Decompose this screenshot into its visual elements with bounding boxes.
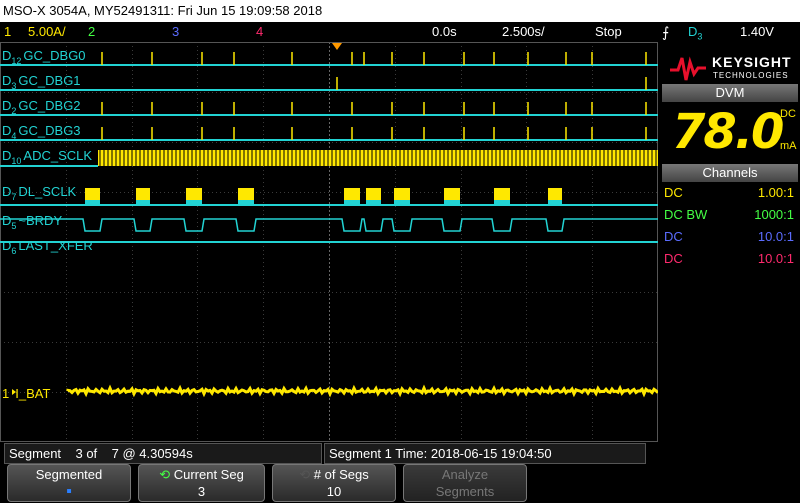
dl-sclk-burst xyxy=(136,188,150,200)
channels-list: DC 1.00:1 DC BW 1000:1 DC 10.0:1 DC 10.0:1 xyxy=(662,182,798,270)
dl-sclk-burst xyxy=(186,188,202,200)
brand-name: KEYSIGHT xyxy=(712,54,792,70)
channel-row[interactable]: DC 1.00:1 xyxy=(662,182,798,204)
window-title: MSO-X 3054A, MY52491311: Fri Jun 15 19:0… xyxy=(3,3,323,18)
ch3-number[interactable]: 3 xyxy=(172,22,179,42)
channel-probe-ratio: 1.00:1 xyxy=(757,185,794,200)
rotate-knob-icon-disabled: ⟲ xyxy=(299,467,311,482)
channels-header: Channels xyxy=(662,164,798,182)
softkey-area: Segment 3 of 7 @ 4.30594s Segment 1 Time… xyxy=(0,442,800,503)
dl-sclk-burst xyxy=(494,188,510,200)
dvm-label: DVM xyxy=(715,85,745,100)
current-seg-value: 3 xyxy=(197,484,206,499)
trigger-level[interactable]: 1.40V xyxy=(740,22,774,42)
current-seg-label: Current Seg xyxy=(173,467,244,482)
channel-probe-ratio: 1000:1 xyxy=(754,207,794,222)
adc-sclk-burst xyxy=(98,150,658,166)
dl-sclk-burst xyxy=(344,188,360,200)
channel-probe-ratio: 10.0:1 xyxy=(757,229,794,244)
dl-sclk-burst xyxy=(444,188,460,200)
channel-coupling: DC BW xyxy=(664,207,708,222)
dl-sclk-burst xyxy=(366,188,381,200)
num-segs-value: 10 xyxy=(326,484,342,499)
brand-subname: TECHNOLOGIES xyxy=(713,71,789,80)
channel-row[interactable]: DC BW 1000:1 xyxy=(662,204,798,226)
channel-row[interactable]: DC 10.0:1 xyxy=(662,226,798,248)
segment-info-right: Segment 1 Time: 2018-06-15 19:04:50 xyxy=(329,446,552,461)
ch1-number[interactable]: 1 xyxy=(4,22,11,42)
channel-coupling: DC xyxy=(664,229,683,244)
trigger-edge-icon: ⨍ xyxy=(662,24,670,40)
scope-status-bar: 1 5.00A/ 2 3 4 0.0s 2.500s/ Stop ⨍ D3 1.… xyxy=(0,22,800,42)
dvm-value: 78.0 xyxy=(672,104,784,160)
run-state[interactable]: Stop xyxy=(595,22,622,42)
dvm-unit: mA xyxy=(780,140,797,152)
analyze-segments-softkey[interactable]: Analyze Segments xyxy=(403,464,527,502)
num-segs-label: # of Segs xyxy=(313,467,369,482)
dl-sclk-burst xyxy=(548,188,562,200)
channel-coupling: DC xyxy=(664,251,683,266)
dl-sclk-burst xyxy=(85,188,100,200)
channel-probe-ratio: 10.0:1 xyxy=(757,251,794,266)
channel-row[interactable]: DC 10.0:1 xyxy=(662,248,798,270)
analyze-value: Segments xyxy=(435,484,495,499)
segment-time-box: Segment 1 Time: 2018-06-15 19:04:50 xyxy=(324,443,646,464)
waveform-display[interactable]: D12 GC_DBG0D3 GC_DBG1D2 GC_DBG2D4 GC_DBG3D10… xyxy=(0,42,658,442)
channel-coupling: DC xyxy=(664,185,683,200)
dl-sclk-burst xyxy=(394,188,410,200)
segment-info-left: Segment 3 of 7 @ 4.30594s xyxy=(9,446,193,461)
rotate-knob-icon: ⟲ xyxy=(159,467,171,482)
timebase-scale[interactable]: 2.500s/ xyxy=(502,22,545,42)
current-seg-softkey[interactable]: ⟲ Current Seg 3 xyxy=(138,464,265,502)
segmented-label: Segmented xyxy=(35,467,103,482)
analyze-label: Analyze xyxy=(441,467,489,482)
ch2-number[interactable]: 2 xyxy=(88,22,95,42)
keysight-wave-icon xyxy=(670,56,706,81)
channels-title: Channels xyxy=(702,165,758,180)
ch1-scale[interactable]: 5.00A/ xyxy=(28,22,66,42)
window-title-bar: MSO-X 3054A, MY52491311: Fri Jun 15 19:0… xyxy=(0,0,800,22)
dl-sclk-burst xyxy=(238,188,254,200)
dvm-header: DVM xyxy=(662,84,798,102)
num-segs-softkey[interactable]: ⟲ # of Segs 10 xyxy=(272,464,396,502)
dvm-mode: DC xyxy=(780,108,796,120)
horizontal-delay[interactable]: 0.0s xyxy=(432,22,457,42)
ch4-number[interactable]: 4 xyxy=(256,22,263,42)
right-info-panel: KEYSIGHT TECHNOLOGIES DVM 78.0 DC mA Cha… xyxy=(660,42,800,442)
dvm-readout[interactable]: 78.0 DC mA xyxy=(662,102,798,164)
segment-info-box: Segment 3 of 7 @ 4.30594s xyxy=(4,443,322,464)
segmented-checkbox-icon: ▪ xyxy=(66,483,72,500)
segmented-softkey[interactable]: Segmented ▪ xyxy=(7,464,131,502)
